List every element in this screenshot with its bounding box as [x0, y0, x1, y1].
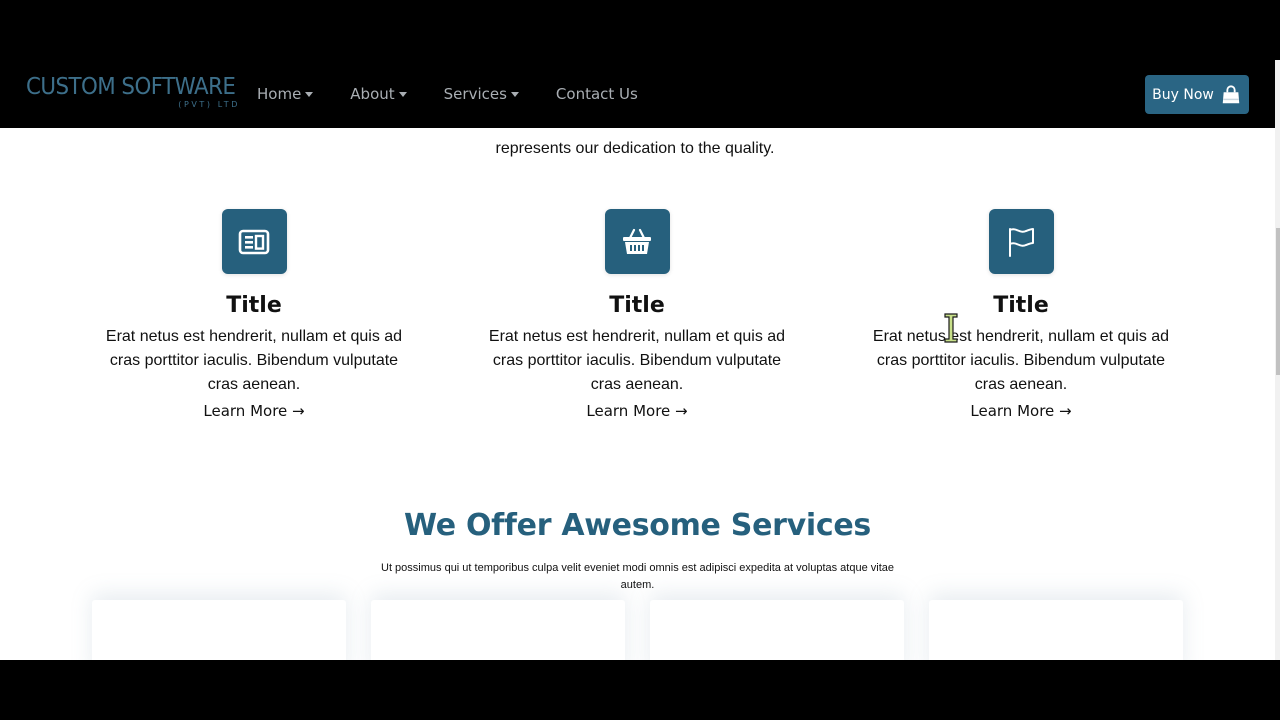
- caret-down-icon: [510, 92, 519, 97]
- nav-home[interactable]: Home: [257, 85, 314, 103]
- shopping-bag-icon: [1222, 84, 1240, 103]
- nav-about-label: About: [350, 85, 395, 103]
- services-heading-light: We Offer Awesome: [404, 508, 721, 543]
- service-card[interactable]: [371, 600, 625, 660]
- learn-more-link[interactable]: Learn More →: [970, 399, 1071, 423]
- buy-now-button[interactable]: Buy Now: [1145, 75, 1249, 114]
- nav-services[interactable]: Services: [444, 85, 519, 103]
- service-card[interactable]: [929, 600, 1183, 660]
- scrollbar-thumb[interactable]: [1276, 228, 1280, 375]
- logo-main-text: CUSTOM SOFTWARE: [26, 74, 236, 100]
- service-cards: [0, 600, 1275, 660]
- feature-title: Title: [226, 293, 282, 318]
- nav-home-label: Home: [257, 85, 302, 103]
- buy-now-label: Buy Now: [1152, 86, 1214, 103]
- service-card[interactable]: [92, 600, 346, 660]
- feature-card: Title Erat netus est hendrerit, nullam e…: [467, 209, 807, 423]
- feature-title: Title: [609, 293, 665, 318]
- feature-title: Title: [993, 293, 1049, 318]
- letterbox-top: [0, 0, 1280, 60]
- feature-icon-box: [988, 209, 1054, 274]
- navbar: CUSTOM SOFTWARE (PVT) LTD Home About Ser…: [0, 60, 1275, 128]
- services-subtitle: Ut possimus qui ut temporibus culpa veli…: [381, 562, 894, 591]
- text-cursor-icon: [944, 313, 958, 343]
- caret-down-icon: [305, 92, 314, 97]
- letterbox-bottom: [0, 660, 1280, 720]
- vertical-scrollbar[interactable]: [1275, 60, 1280, 660]
- newspaper-icon: [238, 229, 270, 254]
- feature-card: Title Erat netus est hendrerit, nullam e…: [84, 209, 424, 423]
- nav-contact-label: Contact Us: [555, 85, 638, 103]
- basket-icon: [623, 228, 651, 254]
- nav-about[interactable]: About: [350, 85, 407, 103]
- feature-icon-box: [221, 209, 287, 274]
- intro-text: represents our dedication to the quality…: [495, 140, 775, 157]
- learn-more-link[interactable]: Learn More →: [586, 399, 687, 423]
- service-card[interactable]: [650, 600, 904, 660]
- learn-more-link[interactable]: Learn More →: [203, 399, 304, 423]
- logo-sub-text: (PVT) LTD: [178, 100, 240, 109]
- nav-links: Home About Services Contact Us: [257, 60, 675, 128]
- feature-description: Erat netus est hendrerit, nullam et quis…: [872, 328, 1170, 393]
- caret-down-icon: [398, 92, 407, 97]
- logo[interactable]: CUSTOM SOFTWARE (PVT) LTD: [26, 74, 240, 109]
- feature-description: Erat netus est hendrerit, nullam et quis…: [488, 328, 786, 393]
- flag-icon: [1009, 227, 1034, 257]
- services-heading-bold: Services: [730, 508, 871, 543]
- feature-card: Title Erat netus est hendrerit, nullam e…: [851, 209, 1191, 423]
- browser-viewport: CUSTOM SOFTWARE (PVT) LTD Home About Ser…: [0, 60, 1280, 660]
- services-heading: We Offer Awesome Services: [0, 508, 1275, 543]
- nav-services-label: Services: [443, 85, 507, 103]
- feature-icon-box: [604, 209, 670, 274]
- feature-description: Erat netus est hendrerit, nullam et quis…: [105, 328, 403, 393]
- nav-contact[interactable]: Contact Us: [556, 85, 638, 103]
